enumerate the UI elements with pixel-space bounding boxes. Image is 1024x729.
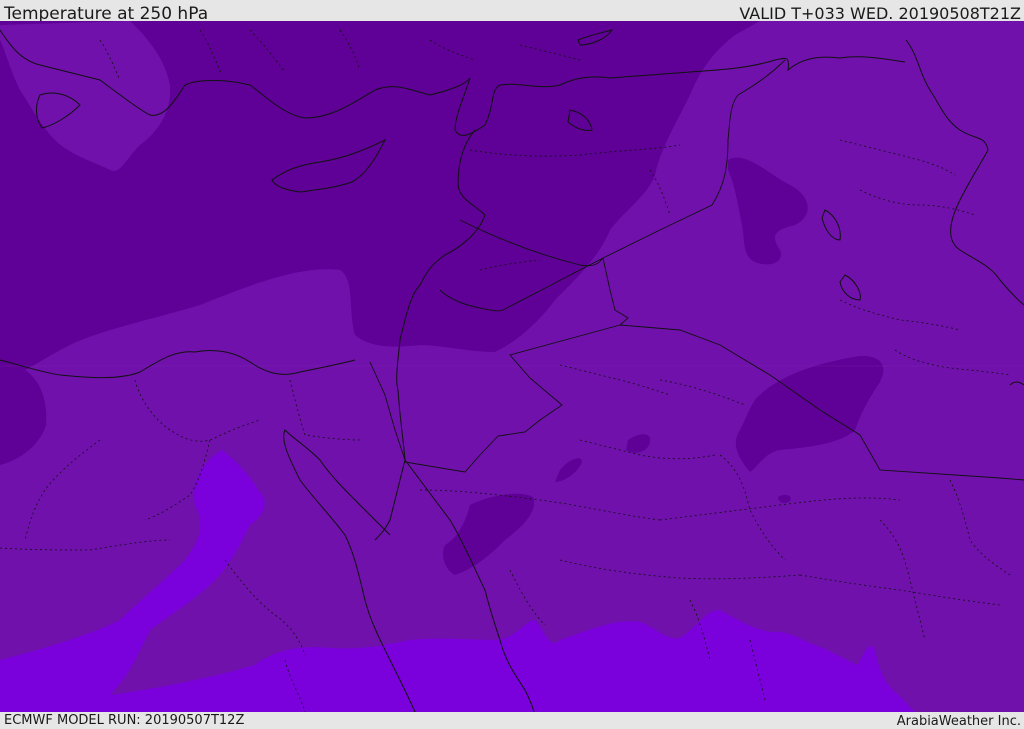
temperature-map [0, 21, 1024, 712]
map-figure: Temperature at 250 hPa VALID T+033 WED. … [0, 0, 1024, 729]
footer-bar: ECMWF MODEL RUN: 20190507T12Z ArabiaWeat… [0, 712, 1024, 729]
header-bar: Temperature at 250 hPa VALID T+033 WED. … [0, 0, 1024, 24]
model-run-label: ECMWF MODEL RUN: 20190507T12Z [4, 713, 245, 728]
credit-label: ArabiaWeather Inc. [896, 714, 1021, 729]
